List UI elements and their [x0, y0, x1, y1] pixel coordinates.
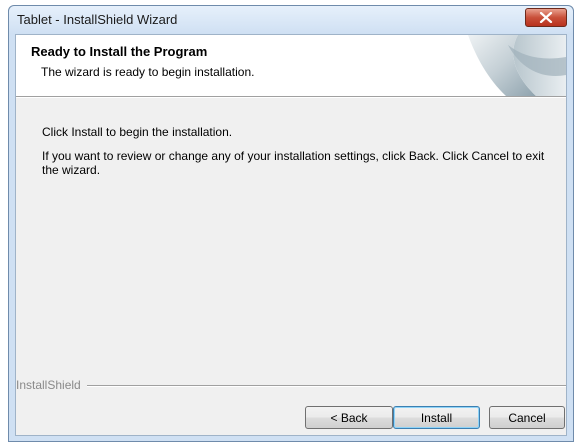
close-button[interactable] [525, 8, 567, 27]
branding-row: InstallShield [16, 378, 566, 392]
close-icon [539, 12, 553, 23]
wizard-window: Tablet - InstallShield Wizard Ready to I… [8, 5, 574, 442]
installshield-banner-graphic [468, 35, 566, 96]
window-title: Tablet - InstallShield Wizard [17, 12, 178, 27]
instruction-text: Click Install to begin the installation. [42, 125, 233, 139]
header-divider [16, 96, 566, 98]
back-button[interactable]: < Back [305, 406, 393, 429]
installshield-label: InstallShield [16, 378, 87, 392]
wizard-header: Ready to Install the Program The wizard … [16, 35, 566, 96]
page-title: Ready to Install the Program [31, 44, 208, 59]
install-button[interactable]: Install [393, 406, 480, 429]
branding-divider [16, 385, 566, 387]
cancel-button[interactable]: Cancel [489, 406, 565, 429]
info-text: If you want to review or change any of y… [42, 149, 545, 177]
page-subtitle: The wizard is ready to begin installatio… [41, 65, 255, 79]
title-bar[interactable]: Tablet - InstallShield Wizard [9, 6, 573, 34]
wizard-client-area: Ready to Install the Program The wizard … [15, 34, 567, 436]
